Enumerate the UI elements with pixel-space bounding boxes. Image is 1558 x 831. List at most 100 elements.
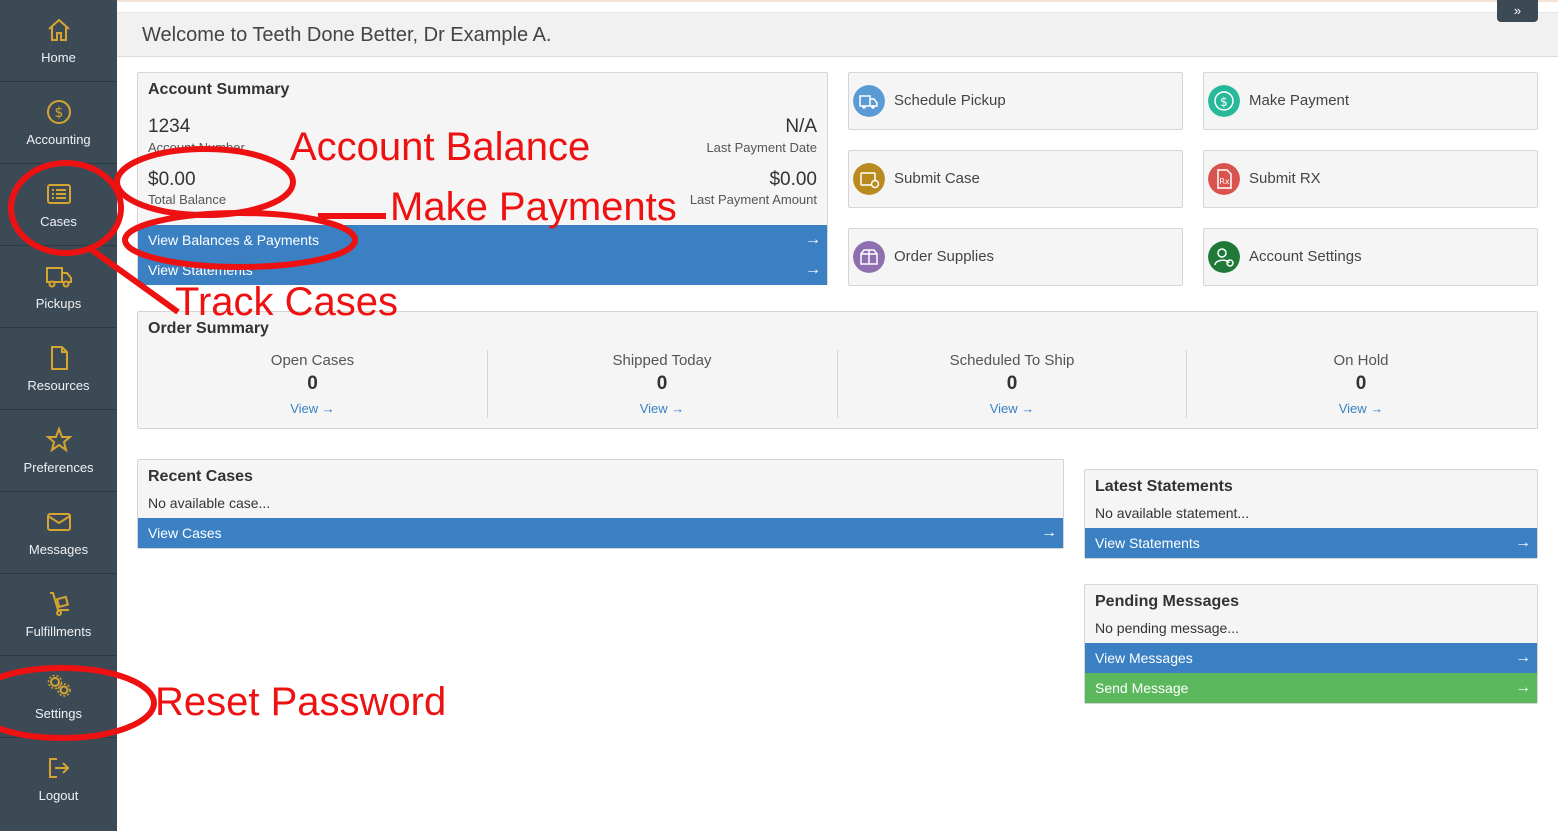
tile-label: Order Supplies (894, 248, 995, 265)
tile-label: Submit Case (894, 170, 980, 187)
total-balance-label: Total Balance (148, 192, 227, 207)
collapse-button[interactable]: » (1497, 0, 1538, 22)
column-count: 0 (1006, 373, 1018, 394)
nav-fulfillments[interactable]: Fulfillments (0, 574, 117, 656)
column-caption: Shipped Today (612, 352, 712, 369)
star-icon (44, 426, 73, 453)
gears-icon (47, 674, 71, 697)
view-statements-button[interactable]: View Statements → (1085, 528, 1537, 558)
nav-accounting[interactable]: $ Accounting (0, 82, 117, 164)
annotation-account-balance: Account Balance (290, 125, 591, 169)
pending-messages-panel: Pending Messages No pending message... V… (1084, 584, 1538, 704)
nav-pickups[interactable]: Pickups (0, 246, 117, 328)
svg-text:$: $ (54, 105, 63, 121)
scheduled-to-ship-column: Scheduled To Ship 0 View → (837, 350, 1186, 418)
recent-cases-title: Recent Cases (148, 468, 253, 485)
account-summary-panel: Account Summary 1234 Account Number N/A … (137, 72, 828, 285)
nav-label: Preferences (23, 460, 94, 475)
nav-label: Cases (40, 214, 77, 229)
view-shipped-today-link[interactable]: View → (488, 401, 836, 416)
page-title: Welcome to Teeth Done Better, Dr Example… (142, 24, 552, 46)
truck-icon (45, 267, 72, 288)
account-number: 1234 (148, 116, 191, 137)
column-count: 0 (307, 373, 318, 394)
order-summary-panel: Order Summary Open Cases 0 View → Shippe… (137, 311, 1538, 429)
on-hold-column: On Hold 0 View → (1186, 350, 1535, 418)
nav-preferences[interactable]: Preferences (0, 410, 117, 492)
sidebar: Home $ Accounting Cases Pickups Resource… (0, 0, 117, 831)
total-balance: $0.00 (148, 169, 196, 190)
nav-logout[interactable]: Logout (0, 738, 117, 820)
send-message-label: Send Message (1095, 680, 1189, 696)
last-payment-amount: $0.00 (769, 169, 817, 190)
arrow-right-icon: → (1515, 534, 1531, 551)
nav-label: Accounting (26, 132, 91, 147)
nav-messages[interactable]: Messages (0, 492, 117, 574)
box-icon (853, 241, 885, 273)
column-count: 0 (1355, 373, 1367, 394)
last-payment-date-label: Last Payment Date (706, 140, 817, 155)
arrow-right-icon: → (1515, 679, 1531, 696)
case-icon (853, 163, 885, 195)
open-cases-column: Open Cases 0 View → (138, 350, 487, 418)
make-payment-tile[interactable]: $ Make Payment (1203, 72, 1538, 130)
nav-label: Messages (28, 542, 89, 557)
recent-cases-empty: No available case... (148, 495, 271, 511)
truck-icon (853, 85, 885, 117)
column-caption: Open Cases (270, 352, 355, 369)
nav-label: Settings (35, 706, 82, 721)
view-statements-label: View Statements (148, 262, 253, 278)
view-messages-label: View Messages (1095, 650, 1193, 666)
view-messages-button[interactable]: View Messages → (1085, 643, 1537, 673)
view-on-hold-link[interactable]: View → (1187, 401, 1535, 416)
nav-label: Home (41, 50, 76, 65)
view-cases-link[interactable]: View Cases → (138, 518, 1063, 548)
svg-text:$: $ (1220, 95, 1228, 109)
top-border (0, 0, 1558, 2)
file-icon (50, 346, 68, 370)
tile-label: Submit RX (1249, 170, 1321, 187)
submit-case-tile[interactable]: Submit Case (848, 150, 1183, 208)
column-caption: On Hold (1333, 352, 1389, 369)
tile-label: Account Settings (1249, 248, 1362, 265)
view-open-cases-link[interactable]: View → (138, 401, 487, 416)
last-payment-amount-label: Last Payment Amount (689, 192, 817, 207)
list-icon (46, 184, 71, 204)
nav-label: Logout (38, 788, 79, 803)
arrow-right-icon: → (805, 261, 821, 278)
annotation-track-cases: Track Cases (175, 280, 399, 324)
account-settings-tile[interactable]: Account Settings (1203, 228, 1538, 286)
pending-messages-title: Pending Messages (1095, 593, 1240, 610)
arrow-right-icon: → (1041, 524, 1057, 541)
envelope-icon (46, 513, 71, 531)
annotation-make-payments: Make Payments (390, 185, 677, 229)
view-scheduled-link[interactable]: View → (838, 401, 1186, 416)
nav-resources[interactable]: Resources (0, 328, 117, 410)
welcome-header: Welcome to Teeth Done Better, Dr Example… (117, 12, 1558, 57)
dollar-icon: $ (46, 100, 71, 124)
user-gear-icon (1208, 241, 1240, 273)
schedule-pickup-tile[interactable]: Schedule Pickup (848, 72, 1183, 130)
order-supplies-tile[interactable]: Order Supplies (848, 228, 1183, 286)
nav-label: Fulfillments (25, 624, 92, 639)
nav-home[interactable]: Home (0, 0, 117, 82)
nav-label: Pickups (35, 296, 82, 311)
arrow-right-icon: → (1515, 649, 1531, 666)
svg-text:Rx: Rx (1219, 177, 1230, 186)
shipped-today-column: Shipped Today 0 View → (487, 350, 836, 418)
send-message-button[interactable]: Send Message → (1085, 673, 1537, 703)
dollar-icon: $ (1208, 85, 1240, 117)
nav-label: Resources (27, 378, 90, 393)
pending-messages-empty: No pending message... (1095, 620, 1239, 636)
account-number-label: Account Number (148, 140, 245, 155)
dolly-icon (49, 592, 69, 616)
column-caption: Scheduled To Ship (949, 352, 1075, 369)
tile-label: Make Payment (1249, 92, 1350, 109)
account-summary-title: Account Summary (148, 81, 290, 98)
latest-statements-panel: Latest Statements No available statement… (1084, 469, 1538, 559)
submit-rx-tile[interactable]: Rx Submit RX (1203, 150, 1538, 208)
view-balances-label: View Balances & Payments (148, 232, 319, 248)
view-statements-label: View Statements (1095, 535, 1200, 551)
nav-cases[interactable]: Cases (0, 164, 117, 246)
nav-settings[interactable]: Settings (0, 656, 117, 738)
